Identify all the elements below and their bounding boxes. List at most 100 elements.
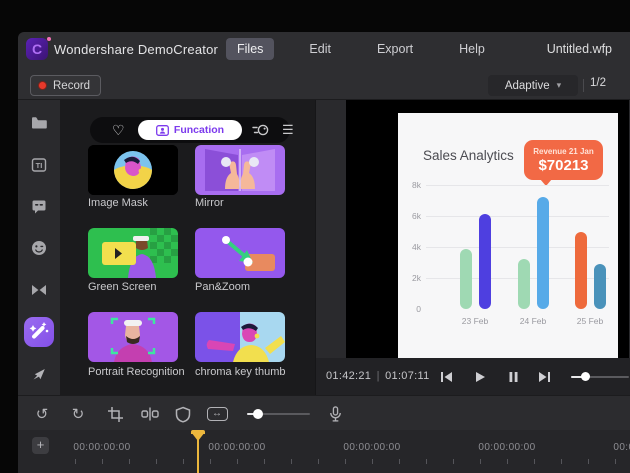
chart-y-tick: 6k (401, 211, 421, 221)
menu-files[interactable]: Files (226, 38, 274, 60)
effect-portrait-recognition[interactable] (88, 312, 178, 362)
ruler-tick (210, 459, 211, 464)
ruler-tick (372, 459, 373, 464)
volume-slider-knob[interactable] (253, 409, 263, 419)
sidebar-item-stickers[interactable] (18, 231, 60, 265)
svg-text:TI: TI (36, 161, 43, 170)
current-time: 01:42:21 (326, 370, 371, 382)
ruler-tick (507, 459, 508, 464)
split-button[interactable] (139, 404, 161, 424)
ruler-tick (183, 459, 184, 464)
skip-forward-button[interactable] (532, 370, 556, 384)
timeline-timestamp: 00:00:00:00 (478, 442, 535, 453)
timeline-timestamp: 00:00:00:00 (343, 442, 400, 453)
preview-canvas: Sales Analytics Revenue 21 Jan $70213 8k… (346, 100, 629, 358)
sidebar-item-cursor[interactable] (18, 357, 60, 391)
screenshot-root: C Wondershare DemoCreator Files Edit Exp… (0, 0, 630, 473)
total-time: 01:07:11 (385, 370, 429, 382)
sidebar-item-effects[interactable] (24, 317, 54, 347)
denoise-button[interactable] (172, 404, 194, 424)
hamburger-menu-icon[interactable]: ☰ (282, 121, 294, 139)
chart-x-tick: 25 Feb (565, 316, 615, 326)
chart-x-tick: 24 Feb (508, 316, 558, 326)
chart-bar (479, 214, 491, 309)
record-button[interactable]: Record (30, 75, 101, 96)
crop-button[interactable] (104, 404, 126, 424)
quick-search-icon[interactable] (252, 122, 270, 143)
app-title: Wondershare DemoCreator (54, 42, 218, 57)
ruler-tick (129, 459, 130, 464)
chart-gridline (426, 216, 609, 217)
chroma-key-thumbnail (195, 312, 285, 362)
pause-button[interactable] (501, 370, 525, 384)
menu-bar: Files Edit Export Help (226, 32, 496, 66)
ruler-tick (534, 459, 535, 464)
ruler-tick (264, 459, 265, 464)
pan-zoom-thumbnail (195, 228, 285, 278)
chart-title: Sales Analytics (423, 148, 514, 163)
image-mask-thumbnail (88, 145, 178, 195)
chart-y-tick: 8k (401, 180, 421, 190)
cursor-icon (30, 365, 48, 383)
display-mode-value: Adaptive (505, 80, 550, 92)
effect-label: Image Mask (88, 197, 198, 209)
split-icon (141, 406, 159, 422)
effect-green-screen[interactable] (88, 228, 178, 278)
effect-pan-zoom[interactable] (195, 228, 285, 278)
undo-button[interactable]: ↺ (31, 404, 53, 424)
app-window: C Wondershare DemoCreator Files Edit Exp… (18, 32, 630, 473)
effect-chroma-key[interactable] (195, 312, 285, 362)
sidebar-item-captions[interactable] (18, 190, 60, 224)
chart-y-tick: 0 (401, 304, 421, 314)
effect-label: Green Screen (88, 281, 198, 293)
chart-x-tick: 23 Feb (450, 316, 500, 326)
page-indicator: 1/2 (590, 77, 606, 89)
microphone-button[interactable] (324, 404, 346, 424)
record-label: Record (53, 80, 90, 92)
ruler-tick (453, 459, 454, 464)
chart-bar (594, 264, 606, 309)
preview-panel: Sales Analytics Revenue 21 Jan $70213 8k… (315, 100, 630, 358)
speed-button[interactable]: ↔ (206, 404, 228, 424)
menu-edit[interactable]: Edit (298, 38, 342, 60)
skip-back-icon (440, 371, 453, 383)
sidebar-item-text[interactable]: TI (18, 148, 60, 182)
menu-help[interactable]: Help (448, 38, 496, 60)
sidebar-item-media[interactable] (18, 106, 60, 140)
smiley-icon (30, 239, 48, 257)
speed-icon: ↔ (207, 407, 228, 421)
ruler-tick (291, 459, 292, 464)
chart-gridline (426, 185, 609, 186)
effect-mirror[interactable] (195, 145, 285, 195)
menu-export[interactable]: Export (366, 38, 424, 60)
folder-icon (30, 114, 48, 132)
text-icon: TI (30, 156, 48, 174)
effect-image-mask[interactable] (88, 145, 178, 195)
display-mode-dropdown[interactable]: Adaptive ▾ (488, 75, 578, 96)
document-title: Untitled.wfp (547, 42, 612, 56)
sidebar-item-transitions[interactable] (18, 273, 60, 307)
effect-label: chroma key thumb (195, 366, 305, 378)
chart-bar (518, 259, 530, 309)
playhead-line[interactable] (197, 435, 199, 473)
title-bar: C Wondershare DemoCreator Files Edit Exp… (18, 32, 630, 66)
tab-funcation[interactable]: Funcation (138, 120, 242, 140)
shield-icon (175, 406, 191, 423)
skip-forward-icon (538, 371, 551, 383)
effect-label: Pan&Zoom (195, 281, 305, 293)
redo-button[interactable]: ↻ (67, 404, 89, 424)
timeline[interactable]: + 00:00:00:00 00:00:00:00 00:00:00:00 00… (18, 430, 630, 473)
playback-bar: 01:42:21 | 01:07:11 (315, 358, 630, 395)
favorites-heart-icon[interactable]: ♡ (112, 121, 125, 139)
logo-letter: C (32, 42, 42, 56)
skip-back-button[interactable] (434, 370, 458, 384)
ruler-tick (102, 459, 103, 464)
preview-zoom-slider-knob[interactable] (581, 372, 590, 381)
chart-bar (537, 197, 549, 309)
add-track-button[interactable]: + (32, 437, 49, 454)
effects-panel: ♡ Funcation (60, 100, 315, 395)
edit-toolbar: ↺ ↻ ↔ (18, 395, 630, 430)
play-button[interactable] (468, 370, 492, 384)
redo-icon: ↻ (72, 407, 85, 422)
ruler-tick (426, 459, 427, 464)
